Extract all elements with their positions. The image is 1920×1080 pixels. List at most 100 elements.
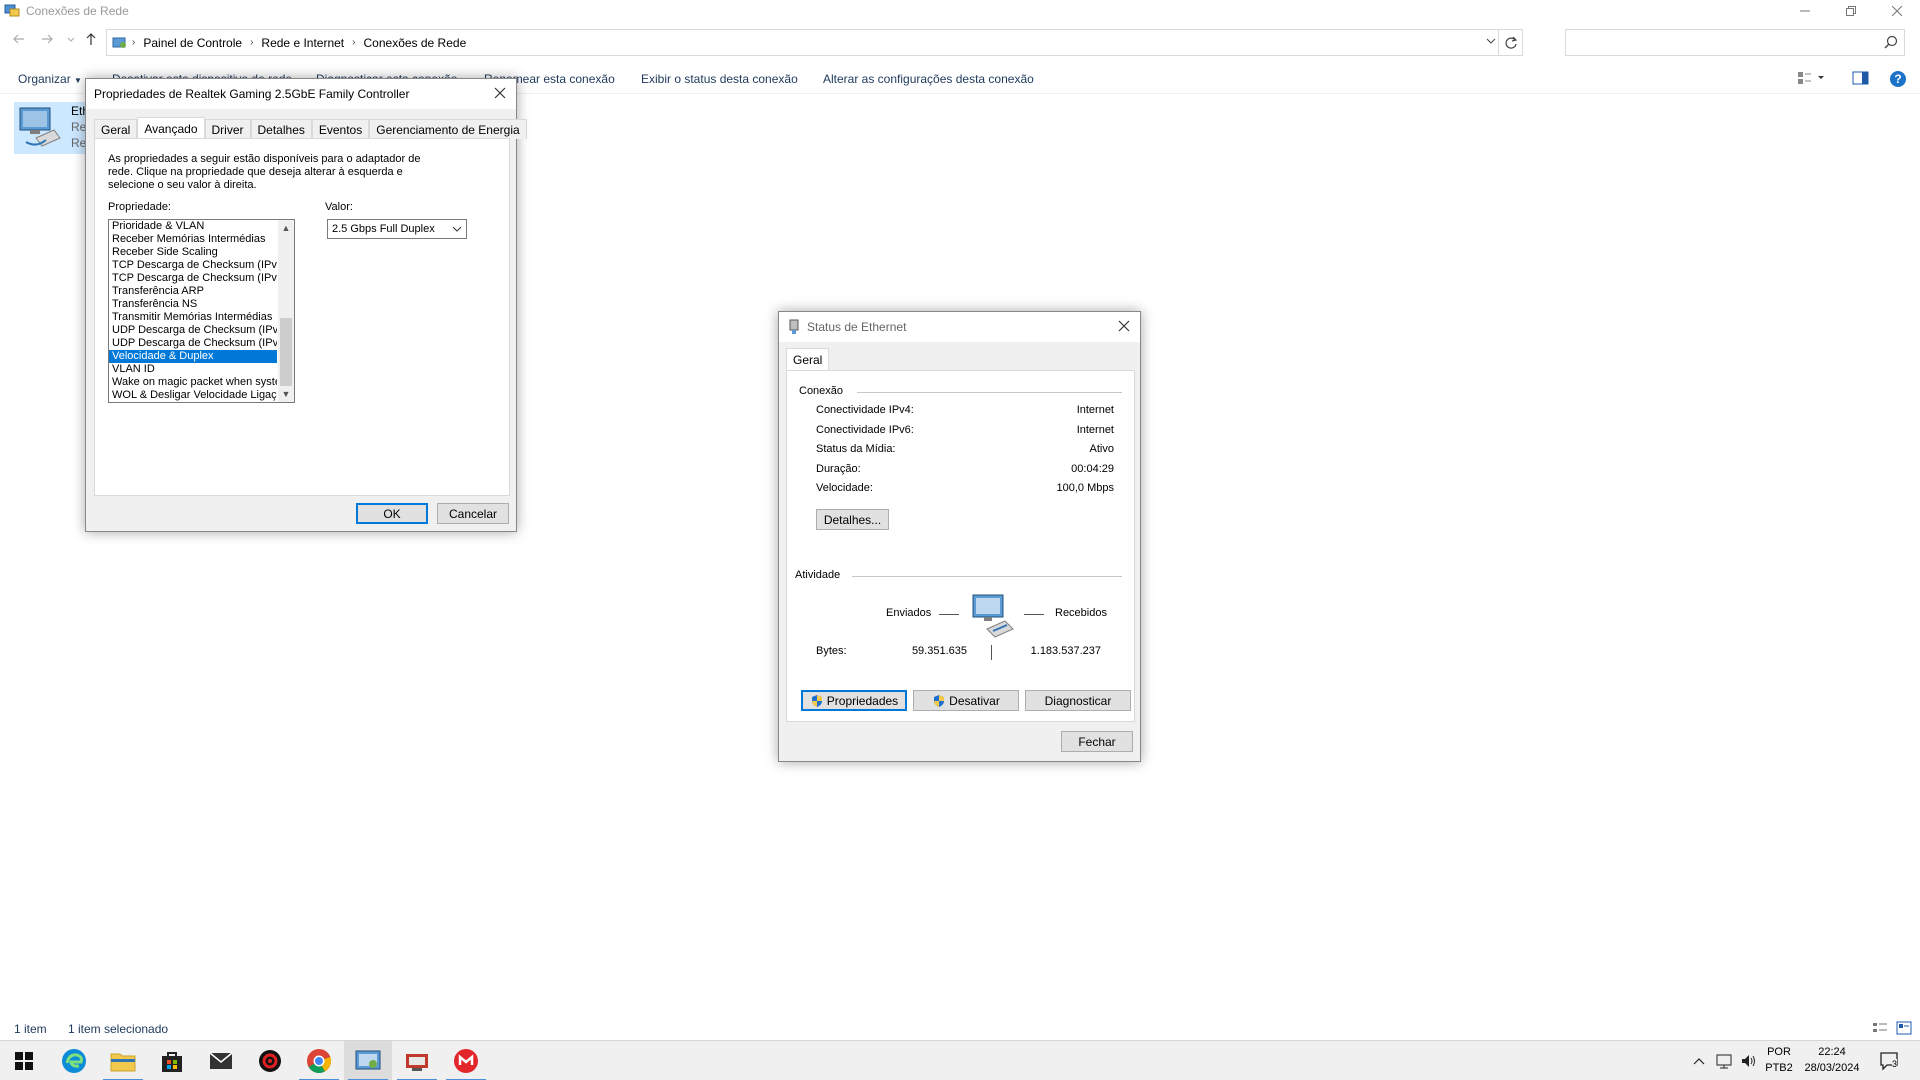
property-list-item[interactable]: Receber Memórias Intermédias xyxy=(109,233,277,246)
property-listbox[interactable]: Prioridade & VLAN Receber Memórias Interm… xyxy=(108,219,295,403)
up-button[interactable] xyxy=(82,32,100,50)
value-selected: 2.5 Gbps Full Duplex xyxy=(332,223,435,235)
tab-power-management[interactable]: Gerenciamento de Energia xyxy=(369,119,527,139)
property-list-item[interactable]: TCP Descarga de Checksum (IPv6 xyxy=(109,272,277,285)
recent-locations-button[interactable] xyxy=(62,32,80,50)
details-button[interactable]: Detalhes... xyxy=(816,509,889,530)
group-divider xyxy=(852,576,1122,577)
minimize-button[interactable] xyxy=(1782,0,1828,22)
taskbar-mail[interactable] xyxy=(197,1041,245,1080)
view-options-button[interactable] xyxy=(1797,70,1827,89)
status-bar: 1 item 1 item selecionado xyxy=(0,1019,1920,1039)
property-list-item[interactable]: Transferência ARP xyxy=(109,285,277,298)
tab-events[interactable]: Eventos xyxy=(311,119,370,139)
address-bar[interactable]: › Painel de Controle › Rede e Internet ›… xyxy=(106,29,1523,56)
breadcrumb-network-internet[interactable]: Rede e Internet xyxy=(261,36,344,50)
close-icon[interactable] xyxy=(492,85,508,101)
windows-logo-icon xyxy=(15,1052,33,1070)
taskbar-file-explorer[interactable] xyxy=(99,1041,147,1080)
duration-value: 00:04:29 xyxy=(1071,463,1114,475)
restore-icon xyxy=(1846,6,1856,16)
close-button[interactable] xyxy=(1874,0,1920,22)
view-status-command[interactable]: Exibir o status desta conexão xyxy=(641,72,798,86)
property-list-scrollbar[interactable]: ▲ ▼ xyxy=(278,220,294,402)
language-code: POR xyxy=(1767,1046,1791,1058)
organize-menu[interactable]: Organizar ▼ xyxy=(18,72,82,86)
taskbar-chrome[interactable] xyxy=(295,1041,343,1080)
property-list-item[interactable]: TCP Descarga de Checksum (IPv4 xyxy=(109,259,277,272)
forward-button[interactable] xyxy=(38,32,56,50)
clock[interactable]: 22:24 28/03/2024 xyxy=(1800,1044,1864,1076)
taskbar-microsoft-store[interactable] xyxy=(148,1041,196,1080)
taskbar-red-app[interactable] xyxy=(246,1041,294,1080)
scroll-down-icon[interactable]: ▼ xyxy=(278,387,294,401)
advanced-description: As propriedades a seguir estão disponíve… xyxy=(108,153,421,191)
value-dropdown[interactable]: 2.5 Gbps Full Duplex xyxy=(327,219,467,239)
dialog-title: Propriedades de Realtek Gaming 2.5GbE Fa… xyxy=(94,87,410,101)
tab-advanced[interactable]: Avançado xyxy=(137,117,205,139)
ipv4-value: Internet xyxy=(1076,404,1114,416)
property-list-item[interactable]: Velocidade & Duplex xyxy=(109,350,277,363)
folder-icon xyxy=(110,1053,136,1072)
disable-button[interactable]: Desativar xyxy=(913,690,1019,711)
refresh-button[interactable] xyxy=(1498,30,1522,55)
taskbar: POR PTB2 22:24 28/03/2024 3 xyxy=(0,1040,1920,1080)
details-view-icon[interactable] xyxy=(1872,1021,1888,1035)
search-input[interactable] xyxy=(1565,29,1905,56)
view-options-icon xyxy=(1798,72,1824,84)
diagnose-button[interactable]: Diagnosticar xyxy=(1025,690,1131,711)
taskbar-edge[interactable] xyxy=(50,1041,98,1080)
properties-button[interactable]: Propriedades xyxy=(801,690,907,711)
input-language[interactable]: POR PTB2 xyxy=(1764,1044,1794,1076)
sent-line xyxy=(939,614,959,615)
bytes-label: Bytes: xyxy=(816,645,847,657)
close-dialog-button[interactable]: Fechar xyxy=(1061,731,1133,752)
help-button[interactable]: ? xyxy=(1889,70,1907,91)
ethernet-icon xyxy=(789,319,799,334)
store-bag-icon xyxy=(162,1052,182,1072)
taskbar-control-panel[interactable] xyxy=(344,1041,392,1080)
property-list-item[interactable]: UDP Descarga de Checksum (IPv6 xyxy=(109,337,277,350)
network-tray-button[interactable] xyxy=(1714,1041,1736,1080)
property-list-item[interactable]: Transferência NS xyxy=(109,298,277,311)
tab-general[interactable]: Geral xyxy=(94,119,138,139)
property-list-item[interactable]: Wake on magic packet when system xyxy=(109,376,277,389)
breadcrumb-control-panel[interactable]: Painel de Controle xyxy=(143,36,242,50)
property-list-item[interactable]: UDP Descarga de Checksum (IPv4 xyxy=(109,324,277,337)
breadcrumb-network-connections[interactable]: Conexões de Rede xyxy=(364,36,467,50)
back-arrow-icon xyxy=(13,34,24,44)
ethernet-connection-item[interactable]: Eth Re Re xyxy=(14,102,89,154)
change-settings-command[interactable]: Alterar as configurações desta conexão xyxy=(823,72,1034,86)
taskbar-red-circle-app[interactable] xyxy=(442,1041,490,1080)
back-button[interactable] xyxy=(10,32,28,50)
show-hidden-icons-button[interactable] xyxy=(1690,1041,1708,1080)
volume-tray-button[interactable] xyxy=(1738,1041,1760,1080)
connection-group-title: Conexão xyxy=(799,385,844,397)
close-icon[interactable] xyxy=(1116,318,1132,334)
property-list-item[interactable]: Transmitir Memórias Intermédias xyxy=(109,311,277,324)
cancel-button[interactable]: Cancelar xyxy=(437,503,509,524)
received-label: Recebidos xyxy=(1055,607,1107,619)
ipv6-label: Conectividade IPv6: xyxy=(816,424,914,436)
scroll-up-icon[interactable]: ▲ xyxy=(278,221,294,235)
edge-browser-icon xyxy=(62,1049,86,1073)
scroll-thumb[interactable] xyxy=(280,318,292,386)
address-dropdown-button[interactable] xyxy=(1486,36,1496,49)
start-button[interactable] xyxy=(0,1041,48,1080)
property-list-item[interactable]: Receber Side Scaling xyxy=(109,246,277,259)
tab-details[interactable]: Detalhes xyxy=(250,119,312,139)
dialog-title-bar: Status de Ethernet xyxy=(779,312,1140,342)
action-center-button[interactable]: 3 xyxy=(1872,1041,1908,1080)
refresh-icon xyxy=(1504,36,1517,49)
tiles-view-icon[interactable] xyxy=(1896,1021,1912,1035)
property-list-item[interactable]: VLAN ID xyxy=(109,363,277,376)
ethernet-status-dialog: Status de Ethernet Geral Conexão Conecti… xyxy=(778,311,1141,762)
property-list-item[interactable]: WOL & Desligar Velocidade Ligação xyxy=(109,389,277,402)
taskbar-network-app[interactable] xyxy=(393,1041,441,1080)
preview-pane-button[interactable] xyxy=(1852,70,1870,89)
ok-button[interactable]: OK xyxy=(356,503,428,524)
property-list-item[interactable]: Prioridade & VLAN xyxy=(109,220,277,233)
restore-button[interactable] xyxy=(1828,0,1874,22)
tab-driver[interactable]: Driver xyxy=(204,119,251,139)
tab-general[interactable]: Geral xyxy=(786,348,830,370)
